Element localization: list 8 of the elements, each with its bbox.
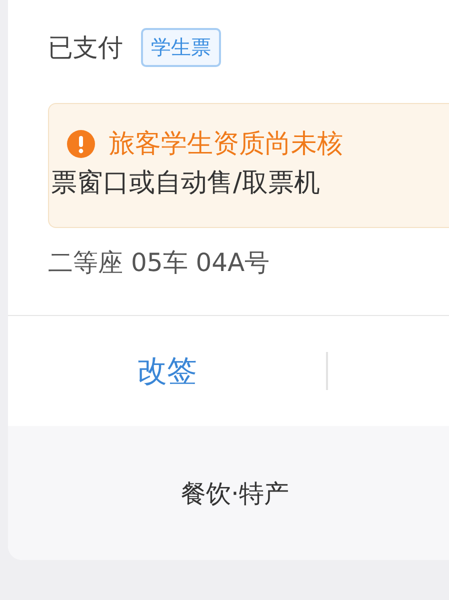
warning-title: 旅客学生资质尚未核 (109, 128, 343, 161)
change-ticket-button[interactable]: 改签 (8, 350, 326, 392)
warning-text: 票窗口或自动售/取票机 (51, 167, 321, 200)
food-specialty-link[interactable]: 餐饮·特产 (181, 476, 289, 510)
warning-icon (67, 130, 95, 158)
seat-info: 二等座 05车 04A号 (48, 247, 271, 279)
payment-status: 已支付 (48, 32, 123, 64)
ticket-type-tag: 学生票 (141, 28, 221, 66)
